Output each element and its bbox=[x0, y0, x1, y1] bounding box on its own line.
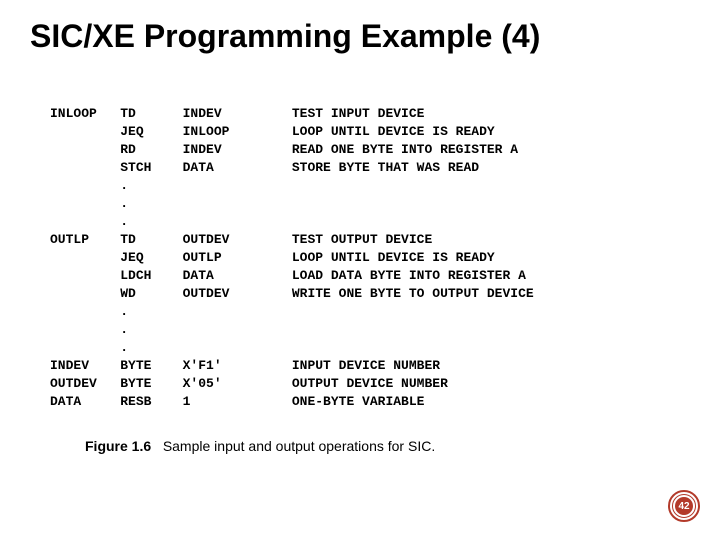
code-line: . bbox=[50, 321, 670, 339]
code-line: JEQ OUTLP LOOP UNTIL DEVICE IS READY bbox=[50, 249, 670, 267]
code-line: . bbox=[50, 303, 670, 321]
code-line: INDEV BYTE X'F1' INPUT DEVICE NUMBER bbox=[50, 357, 670, 375]
slide-title: SIC/XE Programming Example (4) bbox=[30, 18, 690, 55]
code-line: . bbox=[50, 339, 670, 357]
code-line: . bbox=[50, 195, 670, 213]
code-listing: INLOOP TD INDEV TEST INPUT DEVICE JEQ IN… bbox=[50, 105, 670, 411]
page-number-badge: 42 bbox=[668, 490, 700, 522]
figure-caption-text: Sample input and output operations for S… bbox=[163, 438, 435, 454]
figure-caption-label: Figure 1.6 bbox=[85, 438, 151, 454]
code-line: LDCH DATA LOAD DATA BYTE INTO REGISTER A bbox=[50, 267, 670, 285]
figure-caption: Figure 1.6 Sample input and output opera… bbox=[85, 438, 435, 454]
code-line: JEQ INLOOP LOOP UNTIL DEVICE IS READY bbox=[50, 123, 670, 141]
code-line: . bbox=[50, 213, 670, 231]
code-line: RD INDEV READ ONE BYTE INTO REGISTER A bbox=[50, 141, 670, 159]
code-line: WD OUTDEV WRITE ONE BYTE TO OUTPUT DEVIC… bbox=[50, 285, 670, 303]
code-line: DATA RESB 1 ONE-BYTE VARIABLE bbox=[50, 393, 670, 411]
code-line: INLOOP TD INDEV TEST INPUT DEVICE bbox=[50, 105, 670, 123]
code-line: . bbox=[50, 177, 670, 195]
slide: SIC/XE Programming Example (4) INLOOP TD… bbox=[0, 0, 720, 540]
code-line: OUTLP TD OUTDEV TEST OUTPUT DEVICE bbox=[50, 231, 670, 249]
code-line: STCH DATA STORE BYTE THAT WAS READ bbox=[50, 159, 670, 177]
page-number: 42 bbox=[675, 497, 693, 515]
code-line: OUTDEV BYTE X'05' OUTPUT DEVICE NUMBER bbox=[50, 375, 670, 393]
